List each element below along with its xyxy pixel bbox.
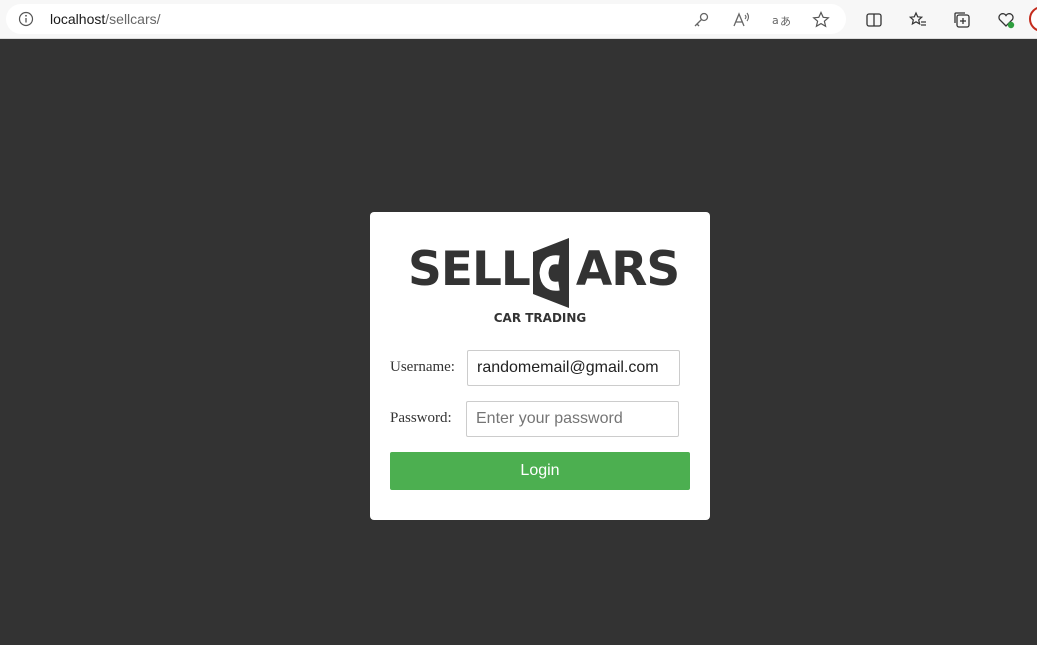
address-bar[interactable]: localhost/sellcars/ — [6, 4, 846, 34]
logo-text-sell: SELL — [408, 242, 531, 297]
collections-icon[interactable] — [952, 10, 972, 30]
password-label: Password: — [390, 410, 452, 426]
login-button[interactable]: Login — [390, 452, 690, 490]
favorite-star-icon[interactable] — [811, 10, 831, 30]
url-host: localhost — [50, 11, 106, 27]
svg-text:a: a — [772, 14, 779, 27]
login-card: SELLARS CAR TRADING Username: Password: … — [370, 212, 710, 520]
url-text[interactable]: localhost/sellcars/ — [50, 11, 161, 27]
logo-wordmark: SELL ARS — [408, 246, 680, 293]
profile-avatar[interactable] — [1029, 6, 1037, 32]
password-input[interactable] — [466, 401, 679, 437]
url-path: /sellcars/ — [105, 11, 161, 27]
logo-text-ars: ARS — [575, 242, 680, 297]
favorites-icon[interactable] — [908, 10, 928, 30]
read-aloud-icon[interactable] — [731, 10, 751, 30]
info-icon[interactable] — [18, 11, 34, 27]
browser-toolbar: localhost/sellcars/ aあ — [0, 0, 1037, 39]
username-input[interactable] — [467, 350, 680, 386]
username-label: Username: — [390, 359, 455, 375]
translate-icon[interactable]: aあ — [771, 10, 791, 30]
split-screen-icon[interactable] — [864, 10, 884, 30]
browser-essentials-icon[interactable] — [996, 10, 1016, 30]
key-icon[interactable] — [691, 10, 711, 30]
svg-text:あ: あ — [780, 15, 791, 28]
sellcars-logo: SELL ARS CAR TRADING — [408, 236, 680, 326]
logo-tagline: CAR TRADING — [493, 311, 587, 325]
